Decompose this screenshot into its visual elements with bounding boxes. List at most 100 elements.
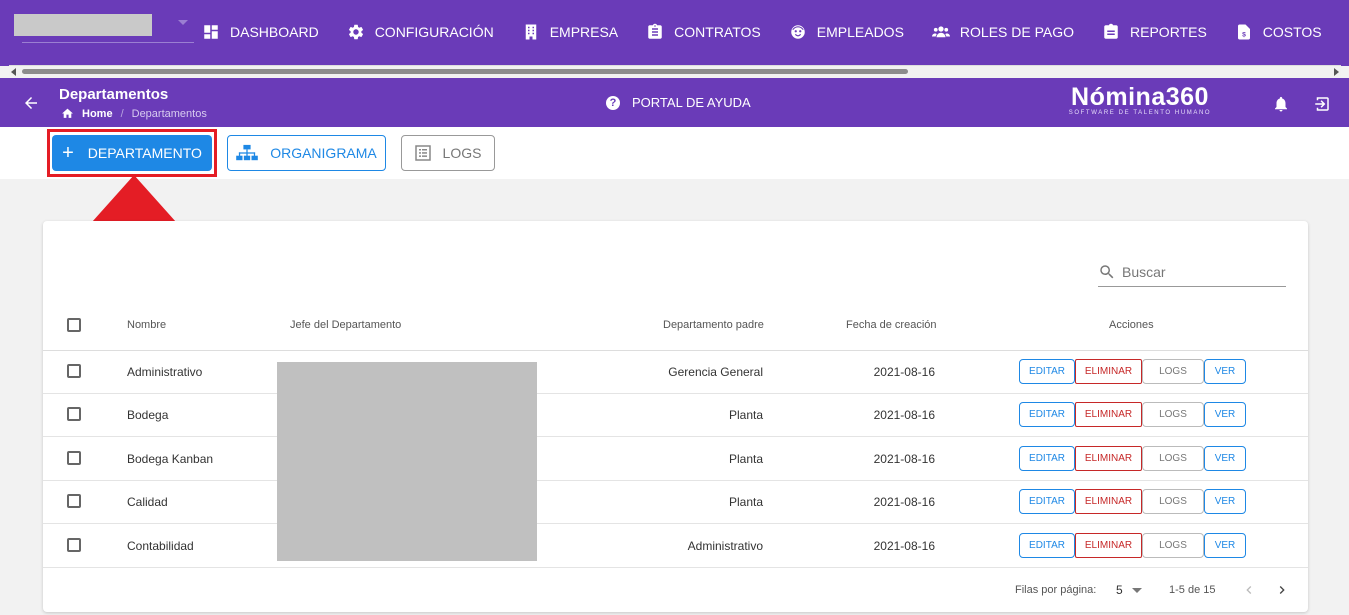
top-navigation: DASHBOARD CONFIGURACIÓN EMPRESA CONTRATOS EM…: [0, 0, 1349, 66]
help-icon: ?: [606, 95, 620, 110]
logout-icon[interactable]: [1313, 95, 1331, 113]
nav-item-contratos[interactable]: CONTRATOS: [646, 21, 761, 43]
nav-item-dashboard[interactable]: DASHBOARD: [202, 21, 319, 43]
edit-button[interactable]: EDITAR: [1019, 445, 1075, 471]
nav-item-label: ROLES DE PAGO: [959, 24, 1075, 40]
table-row[interactable]: Bodega Kanban Planta 2021-08-16 EDITAR ELIMI…: [43, 438, 1308, 481]
row-checkbox[interactable]: [67, 537, 81, 552]
edit-button[interactable]: EDITAR: [1019, 359, 1075, 384]
nav-item-roles-de-pago[interactable]: ROLES DE PAGO: [931, 21, 1075, 43]
row-logs-button[interactable]: LOGS: [1142, 489, 1204, 515]
pagination-range: 1-5 de 15: [1169, 584, 1216, 596]
org-chart-icon: [236, 144, 259, 161]
edit-button[interactable]: EDITAR: [1019, 402, 1075, 428]
view-button[interactable]: VER: [1204, 402, 1246, 428]
scroll-right-icon[interactable]: [1334, 68, 1339, 76]
delete-button[interactable]: ELIMINAR: [1075, 532, 1142, 558]
row-logs-button[interactable]: LOGS: [1142, 532, 1204, 558]
horizontal-scrollbar[interactable]: [9, 65, 1341, 77]
back-arrow-icon[interactable]: [22, 94, 40, 112]
company-select[interactable]: [14, 14, 194, 44]
breadcrumb-home[interactable]: Home: [61, 107, 113, 120]
row-checkbox[interactable]: [67, 407, 81, 422]
edit-button[interactable]: EDITAR: [1019, 489, 1075, 515]
select-all-checkbox[interactable]: [67, 318, 81, 332]
nav-item-label: DASHBOARD: [230, 24, 319, 40]
logo-tagline: SOFTWARE DE TALENTO HUMANO: [1068, 110, 1212, 116]
column-parent[interactable]: Departamento padre: [663, 319, 764, 331]
row-actions: EDITAR ELIMINAR LOGS VER: [1019, 445, 1246, 471]
row-actions: EDITAR ELIMINAR LOGS VER: [1019, 359, 1246, 384]
table-row[interactable]: Administrativo Gerencia General 2021-08-16…: [43, 351, 1308, 394]
table-row[interactable]: Calidad Planta 2021-08-16 EDITAR ELIMINAR LOG…: [43, 481, 1308, 525]
nav-item-label: REPORTES: [1130, 24, 1207, 40]
cell-parent: Planta: [728, 495, 763, 510]
orgchart-button[interactable]: ORGANIGRAMA: [227, 135, 386, 171]
cell-created: 2021-08-16: [873, 495, 935, 510]
chevron-right-icon[interactable]: [1274, 582, 1290, 598]
cell-created: 2021-08-16: [873, 408, 935, 423]
column-created[interactable]: Fecha de creación: [846, 319, 937, 331]
column-name[interactable]: Nombre: [127, 319, 166, 331]
orgchart-label: ORGANIGRAMA: [270, 145, 377, 161]
table-row[interactable]: Contabilidad Administrativo 2021-08-16 EDIT…: [43, 525, 1308, 568]
view-button[interactable]: VER: [1204, 359, 1246, 384]
scroll-left-icon[interactable]: [11, 68, 16, 76]
page-header: Departamentos Home / Departamentos ? POR…: [0, 78, 1349, 127]
delete-button[interactable]: ELIMINAR: [1075, 402, 1142, 428]
face-icon: [789, 23, 807, 41]
nav-item-configuración[interactable]: CONFIGURACIÓN: [347, 21, 494, 43]
logo: Nómina360 SOFTWARE DE TALENTO HUMANO: [1058, 82, 1222, 116]
column-chief[interactable]: Jefe del Departamento: [290, 319, 401, 331]
breadcrumb-current: Departamentos: [131, 107, 207, 120]
logo-brand: Nómina360: [1071, 83, 1209, 111]
nav-item-label: CONTRATOS: [674, 24, 761, 40]
cell-parent: Gerencia General: [668, 365, 763, 379]
table-row[interactable]: Bodega Planta 2021-08-16 EDITAR ELIMINAR LOGS…: [43, 394, 1308, 438]
row-logs-button[interactable]: LOGS: [1142, 402, 1204, 428]
building-icon: [522, 23, 540, 41]
select-underline: [22, 42, 194, 43]
edit-button[interactable]: EDITAR: [1019, 532, 1075, 558]
delete-button[interactable]: ELIMINAR: [1075, 445, 1142, 471]
help-portal-label: PORTAL DE AYUDA: [632, 95, 751, 110]
help-portal-link[interactable]: ? PORTAL DE AYUDA: [606, 95, 751, 110]
dashboard-icon: [202, 23, 220, 41]
breadcrumb-home-label: Home: [82, 107, 113, 120]
scrollbar-thumb[interactable]: [22, 69, 908, 74]
cell-name: Administrativo: [127, 365, 203, 379]
row-logs-button[interactable]: LOGS: [1142, 359, 1204, 384]
add-department-button[interactable]: + DEPARTAMENTO: [52, 135, 212, 171]
cell-parent: Planta: [728, 451, 763, 466]
logs-button[interactable]: LOGS: [401, 135, 495, 171]
chevron-down-icon[interactable]: [1132, 588, 1142, 593]
nav-item-empresa[interactable]: EMPRESA: [522, 21, 618, 43]
delete-button[interactable]: ELIMINAR: [1075, 359, 1142, 384]
rows-per-page-select[interactable]: 5: [1116, 583, 1123, 597]
delete-button[interactable]: ELIMINAR: [1075, 489, 1142, 515]
nav-item-costos[interactable]: $ COSTOS: [1235, 21, 1322, 43]
nav-item-reportes[interactable]: REPORTES: [1102, 21, 1207, 43]
cell-name: Contabilidad: [127, 538, 194, 553]
search-field[interactable]: Buscar: [1098, 257, 1286, 287]
chevron-left-icon[interactable]: [1241, 582, 1257, 598]
table-header: Nombre Jefe del Departamento Departament…: [43, 307, 1308, 351]
pagination: Filas por página: 5 1-5 de 15: [43, 571, 1308, 611]
view-button[interactable]: VER: [1204, 445, 1246, 471]
row-logs-button[interactable]: LOGS: [1142, 445, 1204, 471]
search-icon: [1100, 264, 1114, 278]
view-button[interactable]: VER: [1204, 532, 1246, 558]
nav-item-label: EMPLEADOS: [816, 24, 904, 40]
nav-item-label: COSTOS: [1262, 24, 1322, 40]
redacted-chief-column: [277, 362, 537, 561]
nav-item-empleados[interactable]: EMPLEADOS: [789, 21, 904, 43]
row-checkbox[interactable]: [67, 450, 81, 465]
svg-text:$: $: [1242, 32, 1246, 39]
cell-parent: Administrativo: [687, 538, 763, 553]
row-checkbox[interactable]: [67, 364, 81, 378]
cell-name: Bodega Kanban: [127, 451, 214, 466]
view-button[interactable]: VER: [1204, 489, 1246, 515]
row-checkbox[interactable]: [67, 494, 81, 509]
row-actions: EDITAR ELIMINAR LOGS VER: [1019, 489, 1246, 515]
bell-icon[interactable]: [1272, 95, 1290, 113]
